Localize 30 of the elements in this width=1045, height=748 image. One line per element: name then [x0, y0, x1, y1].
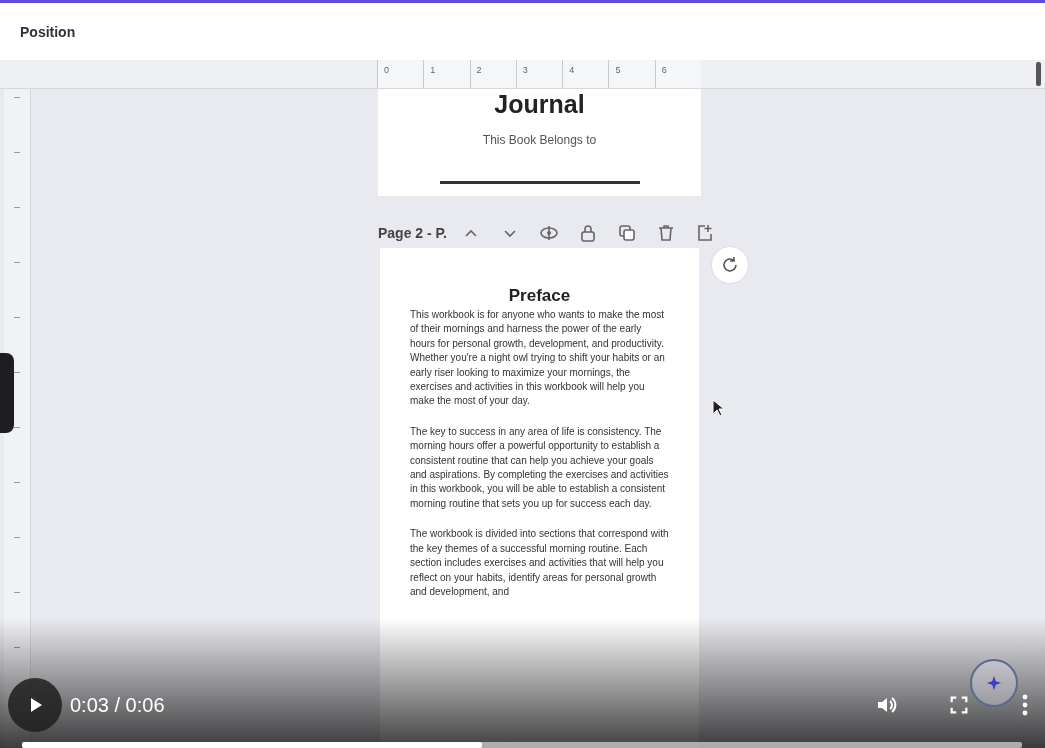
lock-icon[interactable] [578, 222, 598, 243]
duplicate-icon[interactable] [617, 222, 637, 243]
cursor-icon [712, 399, 724, 417]
playback-time: 0:03 / 0:06 [70, 693, 166, 717]
ruler-number: 2 [469, 60, 516, 88]
refresh-button[interactable] [711, 246, 749, 284]
fullscreen-icon [948, 694, 970, 716]
ruler-number: 6 [654, 60, 701, 88]
page-heading: Preface [507, 286, 572, 306]
assistant-button[interactable] [970, 659, 1018, 707]
trash-icon[interactable] [656, 222, 676, 243]
ruler-number: 5 [608, 60, 655, 88]
page-title: Page 2 - P. [378, 224, 447, 241]
refresh-icon [720, 255, 740, 275]
ruler-number: 0 [377, 60, 424, 88]
ruler-number: 3 [515, 60, 563, 88]
ruler-number: 1 [423, 60, 470, 88]
ruler-number: 4 [562, 60, 609, 88]
more-icon [1022, 693, 1028, 717]
sparkle-icon [985, 674, 1003, 692]
side-panel-handle[interactable] [0, 353, 14, 433]
paragraph: The key to success in any area of life is consistency. The morning hours offer a powerful opportunity to establish a consistent routine that can help you achieve your goals and aspirations. By completing the exercises and activities in this workbook, you will be able to establish a consistent morning routine that sets you up for success each day. [410, 424, 669, 511]
play-button[interactable] [8, 678, 62, 732]
page-subtitle: This Book Belongs to [482, 133, 597, 147]
page-heading: Journal [494, 90, 585, 119]
paragraph: The workbook is divided into sections that correspond with the key themes of a successful morning routine. Each section includes exercises and activities that will help you reflect on your habits, identify areas for personal growth and development, and [410, 527, 669, 599]
add-page-icon[interactable] [695, 222, 715, 243]
scrollbar-thumb[interactable] [1036, 62, 1041, 86]
paragraph: This workbook is for anyone who wants to make the most of their mornings and harness the power of the early hours for personal growth, development, and productivity. Whether you're a night owl trying to shift your habits or an early riser looking to maximize your mornings, the exercises and activities in this workbook will help you make the most of your day. [410, 308, 666, 409]
toolbar-label: Position [20, 23, 76, 40]
